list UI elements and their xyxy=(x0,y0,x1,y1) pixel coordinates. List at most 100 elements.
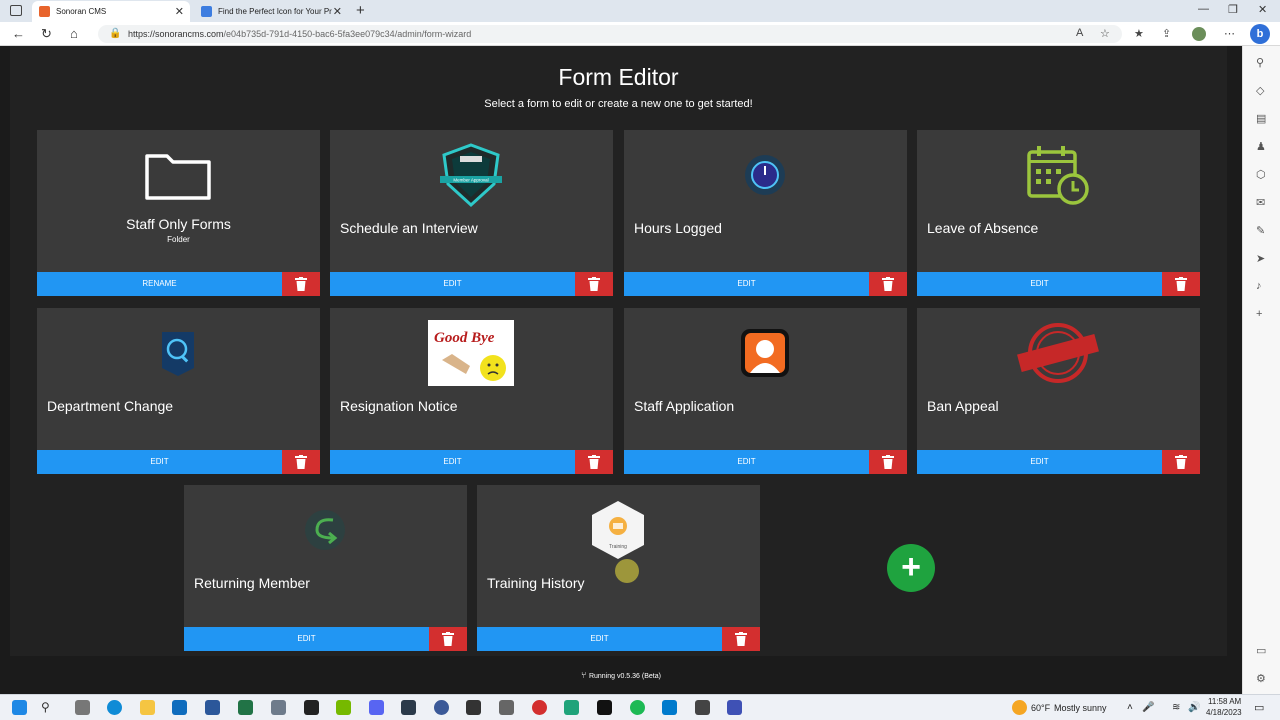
discord-icon[interactable] xyxy=(369,700,384,715)
delete-button[interactable] xyxy=(575,450,613,474)
close-icon[interactable]: ✕ xyxy=(175,5,184,18)
form-card-ban-appeal[interactable]: Ban Appeal EDIT xyxy=(917,308,1200,474)
bing-chat-icon[interactable]: b xyxy=(1250,24,1270,44)
favorite-star-icon[interactable]: ☆ xyxy=(1100,27,1110,40)
tab-actions-icon[interactable] xyxy=(10,5,22,16)
app-icon[interactable] xyxy=(499,700,514,715)
volume-icon[interactable]: 🔊 xyxy=(1188,702,1200,713)
restore-icon[interactable]: ❐ xyxy=(1228,3,1238,16)
edit-button[interactable]: EDIT xyxy=(917,450,1162,474)
edit-button[interactable]: EDIT xyxy=(330,272,575,296)
k-app-icon[interactable] xyxy=(401,700,416,715)
form-card-resignation-notice[interactable]: Good Bye Resignation Notice EDIT xyxy=(330,308,613,474)
add-icon[interactable]: + xyxy=(1256,308,1262,320)
app-icon[interactable] xyxy=(434,700,449,715)
card-title: Returning Member xyxy=(194,575,310,591)
delete-button[interactable] xyxy=(869,450,907,474)
send-icon[interactable]: ➤ xyxy=(1256,252,1265,265)
spotify-icon[interactable] xyxy=(630,700,645,715)
outlook-icon[interactable]: ✉ xyxy=(1256,196,1265,209)
edge-icon[interactable] xyxy=(107,700,122,715)
form-card-training-history[interactable]: Training Training History EDIT xyxy=(477,485,760,651)
favorites-icon[interactable]: ★ xyxy=(1134,27,1144,40)
trash-icon xyxy=(588,277,600,291)
settings-icon[interactable] xyxy=(75,700,90,715)
edit-button[interactable]: EDIT xyxy=(184,627,429,651)
rename-button[interactable]: RENAME xyxy=(37,272,282,296)
delete-button[interactable] xyxy=(722,627,760,651)
excel-icon[interactable] xyxy=(238,700,253,715)
edit-button[interactable]: EDIT xyxy=(330,450,575,474)
app-icon[interactable] xyxy=(597,700,612,715)
panel-icon[interactable]: ▭ xyxy=(1256,644,1266,657)
weather-icon[interactable] xyxy=(1012,700,1027,715)
tag-icon[interactable]: ◇ xyxy=(1256,84,1264,97)
form-card-staff-only-forms[interactable]: Staff Only Forms Folder RENAME xyxy=(37,130,320,296)
calculator-icon[interactable] xyxy=(271,700,286,715)
vscode-icon[interactable] xyxy=(662,700,677,715)
edit-button[interactable]: EDIT xyxy=(477,627,722,651)
microphone-icon[interactable]: 🎤 xyxy=(1142,702,1154,713)
toolbox-icon[interactable]: ▤ xyxy=(1256,112,1266,125)
clock-time[interactable]: 11:58 AM xyxy=(1208,697,1241,706)
delete-button[interactable] xyxy=(1162,450,1200,474)
form-card-staff-application[interactable]: Staff Application EDIT xyxy=(624,308,907,474)
outlook-icon[interactable] xyxy=(172,700,187,715)
share-icon[interactable]: ⇪ xyxy=(1162,27,1171,40)
edit-button[interactable]: EDIT xyxy=(917,272,1162,296)
back-icon[interactable]: ← xyxy=(12,26,25,41)
office-icon[interactable]: ⬡ xyxy=(1256,168,1266,181)
profile-avatar[interactable] xyxy=(1192,27,1206,41)
edit-button[interactable]: EDIT xyxy=(624,450,869,474)
delete-button[interactable] xyxy=(575,272,613,296)
more-menu-icon[interactable]: ⋯ xyxy=(1224,27,1235,40)
start-icon[interactable] xyxy=(12,700,27,715)
games-icon[interactable]: ♟ xyxy=(1256,140,1266,153)
tray-chevron-icon[interactable]: ˄ xyxy=(1127,702,1133,713)
word-icon[interactable] xyxy=(205,700,220,715)
settings-icon[interactable]: ⚙ xyxy=(1256,672,1266,685)
record-icon[interactable] xyxy=(532,700,547,715)
delete-button[interactable] xyxy=(282,272,320,296)
nvidia-icon[interactable] xyxy=(336,700,351,715)
window-close-icon[interactable]: ✕ xyxy=(1258,3,1267,16)
add-form-button[interactable]: + xyxy=(887,544,935,592)
trash-icon xyxy=(1175,277,1187,291)
browser-tab-icons[interactable]: Find the Perfect Icon for Your Pr ✕ xyxy=(194,1,348,22)
delete-button[interactable] xyxy=(282,450,320,474)
form-card-leave-of-absence[interactable]: Leave of Absence EDIT xyxy=(917,130,1200,296)
search-icon[interactable]: ⚲ xyxy=(1256,56,1264,69)
notifications-icon[interactable]: ▭ xyxy=(1254,701,1264,714)
url-input[interactable]: 🔒 https://sonorancms.com/e04b735d-791d-4… xyxy=(98,25,1122,43)
delete-button[interactable] xyxy=(869,272,907,296)
home-icon[interactable]: ⌂ xyxy=(70,26,78,41)
designer-icon[interactable]: ✎ xyxy=(1256,224,1265,237)
delete-button[interactable] xyxy=(1162,272,1200,296)
search-icon[interactable]: ⚲ xyxy=(41,700,56,715)
card-title: Schedule an Interview xyxy=(340,220,478,236)
bell-icon[interactable]: ♪ xyxy=(1256,280,1262,292)
form-card-returning-member[interactable]: Returning Member EDIT xyxy=(184,485,467,651)
refresh-icon[interactable]: ↻ xyxy=(41,26,52,42)
browser-tab-sonoran-cms[interactable]: Sonoran CMS ✕ xyxy=(32,1,190,22)
form-card-hours-logged[interactable]: Hours Logged EDIT xyxy=(624,130,907,296)
clock-date[interactable]: 4/18/2023 xyxy=(1206,708,1242,717)
card-title: Training History xyxy=(487,575,585,591)
file-explorer-icon[interactable] xyxy=(140,700,155,715)
delete-button[interactable] xyxy=(429,627,467,651)
browser-tab-strip: Sonoran CMS ✕ Find the Perfect Icon for … xyxy=(0,0,1280,22)
app-icon[interactable] xyxy=(695,700,710,715)
app-icon[interactable] xyxy=(727,700,742,715)
form-card-schedule-interview[interactable]: Member Approval Schedule an Interview ED… xyxy=(330,130,613,296)
alienware-icon[interactable] xyxy=(304,700,319,715)
alien-icon[interactable] xyxy=(466,700,481,715)
minimize-icon[interactable]: — xyxy=(1198,3,1209,15)
app-icon[interactable] xyxy=(564,700,579,715)
edit-button[interactable]: EDIT xyxy=(37,450,282,474)
edit-button[interactable]: EDIT xyxy=(624,272,869,296)
close-icon[interactable]: ✕ xyxy=(333,5,342,18)
wifi-icon[interactable]: ≋ xyxy=(1172,702,1180,713)
new-tab-button[interactable]: + xyxy=(356,2,365,19)
read-aloud-icon[interactable]: A xyxy=(1076,27,1083,39)
form-card-department-change[interactable]: Department Change EDIT xyxy=(37,308,320,474)
